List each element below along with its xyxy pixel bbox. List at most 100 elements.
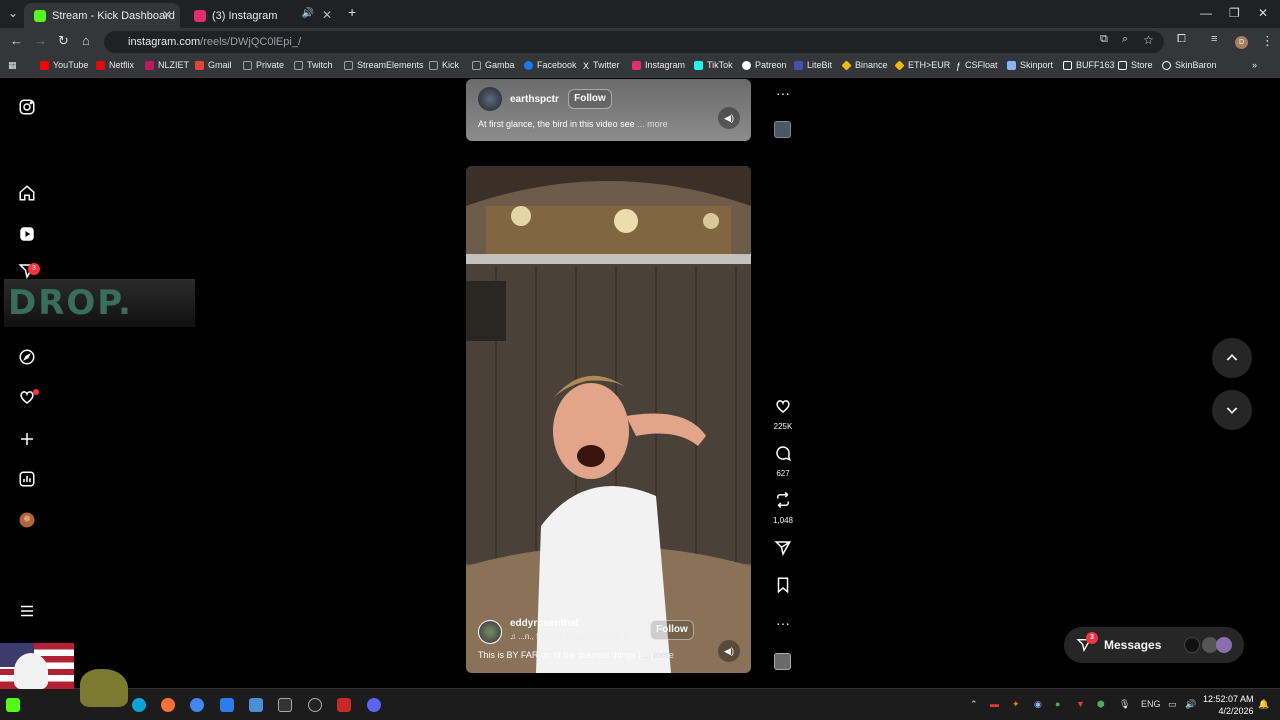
close-icon[interactable]: ✕ [162, 8, 172, 22]
tray-app-icon[interactable]: ● [1055, 699, 1060, 709]
more-link[interactable]: ... more [637, 119, 668, 129]
maximize-icon[interactable]: ❐ [1229, 6, 1240, 20]
share-button[interactable] [772, 539, 794, 562]
next-reel-button[interactable] [1212, 390, 1252, 430]
bookmark-binance[interactable]: Binance [841, 59, 888, 71]
repost-button[interactable]: 1,048 [772, 491, 794, 525]
bookmark-litebit[interactable]: LiteBit [794, 60, 832, 70]
reel-avatar[interactable] [478, 87, 502, 111]
speaker-icon[interactable]: 🔊 [302, 8, 314, 19]
kick-icon[interactable] [6, 698, 20, 712]
comment-button[interactable]: 627 [772, 444, 794, 478]
steam-icon[interactable]: ◉ [1034, 699, 1042, 710]
bookmark-kick[interactable]: Kick [429, 60, 459, 70]
tab-kick-dashboard[interactable]: Stream - Kick Dashboard ✕ [24, 3, 180, 28]
forward-icon[interactable]: → [34, 33, 47, 48]
bookmark-patreon[interactable]: Patreon [742, 60, 787, 70]
app-icon[interactable] [308, 698, 322, 712]
bookmark-streamelements[interactable]: StreamElements [344, 60, 424, 70]
explore-icon[interactable] [17, 347, 37, 367]
language-indicator[interactable]: ENG [1141, 699, 1161, 709]
minimize-icon[interactable]: — [1200, 6, 1212, 20]
reel-card-current[interactable]: eddyrosenthal ♫ ...n., Skepta, PlaqueBoy… [466, 166, 751, 673]
bookmark-eth-eur[interactable]: ETH>EUR [894, 59, 950, 71]
bookmark-netflix[interactable]: Netflix [96, 60, 134, 70]
follow-button[interactable]: Follow [568, 89, 612, 109]
profile-avatar[interactable]: D [1235, 36, 1248, 49]
window-close-icon[interactable]: ✕ [1258, 6, 1268, 20]
reel-audio[interactable]: ♫ ...n., Skepta, PlaqueBoyMax, D [510, 632, 629, 641]
reel-username[interactable]: eddyrosenthal [510, 618, 578, 629]
bookmark-tiktok[interactable]: TikTok [694, 60, 733, 70]
apps-grid-icon[interactable]: ▦ [8, 60, 17, 71]
follow-button[interactable]: Follow [650, 620, 694, 640]
reel-avatar[interactable] [478, 620, 502, 644]
clock[interactable]: 12:52:07 AM 4/2/2026 [1203, 693, 1254, 717]
menu-kebab-icon[interactable]: ⋮ [1261, 33, 1274, 49]
mute-icon[interactable]: ◀) [718, 640, 740, 662]
more-options-icon[interactable]: ··· [772, 615, 794, 631]
chrome-icon[interactable] [190, 698, 204, 712]
more-options-icon[interactable]: ··· [772, 85, 794, 101]
discord-icon[interactable] [367, 698, 381, 712]
like-button[interactable]: 225K [772, 397, 794, 431]
create-plus-icon[interactable] [17, 429, 37, 449]
bookmark-gmail[interactable]: Gmail [195, 60, 232, 70]
url-field[interactable]: instagram.com/reels/DWjQC0lEpi_/ [104, 31, 1164, 53]
bookmark-private[interactable]: Private [243, 60, 284, 70]
dashboard-icon[interactable] [17, 469, 37, 489]
home-icon[interactable] [17, 183, 37, 203]
mute-icon[interactable]: ◀) [718, 107, 740, 129]
tray-expand-icon[interactable]: ⌃ [970, 699, 978, 710]
firefox-icon[interactable] [161, 698, 175, 712]
previous-reel-button[interactable] [1212, 338, 1252, 378]
notepad-icon[interactable] [220, 698, 234, 712]
edge-icon[interactable] [132, 698, 146, 712]
bookmark-instagram[interactable]: Instagram [632, 60, 685, 70]
bookmark-skinport[interactable]: Skinport [1007, 60, 1053, 70]
reels-icon[interactable] [17, 224, 37, 244]
notifications-icon[interactable]: 🔔 [1258, 699, 1269, 710]
instagram-logo-icon[interactable] [17, 97, 37, 117]
tab-search-chevron-icon[interactable]: ⌄ [8, 6, 18, 20]
extensions-icon[interactable]: ⧠ [1177, 33, 1186, 46]
bookmark-store[interactable]: Store [1118, 60, 1153, 70]
calculator-icon[interactable] [249, 698, 263, 712]
reel-username[interactable]: earthspctr [510, 94, 559, 105]
tab-instagram[interactable]: (3) Instagram 🔊 ✕ [184, 3, 340, 28]
network-icon[interactable]: ▭ [1168, 699, 1177, 710]
bookmark-star-icon[interactable]: ☆ [1143, 33, 1154, 47]
tray-app-icon[interactable]: ▼ [1076, 699, 1085, 709]
tray-app-icon[interactable]: ✦ [1012, 699, 1020, 710]
close-icon[interactable]: ✕ [322, 8, 332, 22]
voicemeeter-icon[interactable] [337, 698, 351, 712]
bookmark-facebook[interactable]: Facebook [524, 60, 577, 70]
bookmark-twitter[interactable]: X Twitter [583, 60, 620, 71]
volume-icon[interactable]: 🔊 [1185, 699, 1196, 710]
bookmark-youtube[interactable]: YouTube [40, 60, 88, 70]
more-menu-icon[interactable] [17, 601, 37, 621]
messages-button[interactable]: 3 Messages [1064, 627, 1244, 663]
tray-app-icon[interactable]: ▬ [990, 699, 999, 709]
obs-icon[interactable] [278, 698, 292, 712]
new-tab-icon[interactable]: + [348, 4, 356, 20]
bookmark-buff163[interactable]: BUFF163 [1063, 60, 1115, 70]
bookmark-gamba[interactable]: Gamba [472, 60, 515, 70]
more-bookmarks-icon[interactable]: » [1252, 60, 1257, 70]
more-link[interactable]: ... more [643, 650, 674, 660]
audio-thumbnail[interactable] [774, 653, 791, 670]
zoom-icon[interactable]: ⌕ [1122, 33, 1128, 46]
bookmark-twitch[interactable]: Twitch [294, 60, 333, 70]
bookmark-csfloat[interactable]: ƒ CSFloat [956, 60, 998, 71]
save-button[interactable] [772, 576, 794, 599]
bookmark-skinbaron[interactable]: SkinBaron [1162, 60, 1217, 70]
reload-icon[interactable]: ↻ [58, 33, 69, 49]
media-control-icon[interactable]: ≡ [1211, 33, 1217, 45]
audio-thumbnail[interactable] [774, 121, 791, 138]
shield-icon[interactable]: ⬢ [1097, 699, 1105, 710]
reel-video[interactable] [466, 166, 751, 673]
install-app-icon[interactable]: ⧉ [1100, 33, 1108, 46]
microphone-icon[interactable]: 🎙 [1119, 699, 1130, 710]
bookmark-nlziet[interactable]: NLZIET [145, 60, 189, 70]
reel-card-previous[interactable]: earthspctr Follow At first glance, the b… [466, 79, 751, 141]
